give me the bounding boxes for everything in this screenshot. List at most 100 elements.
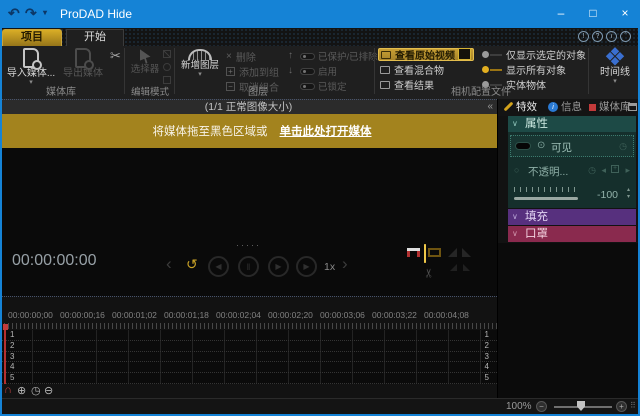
- status-zoom-in-button[interactable]: +: [616, 401, 627, 412]
- move-up-icon[interactable]: ↑: [288, 50, 293, 61]
- opacity-ticks: [514, 187, 576, 192]
- keyframe-left-icon[interactable]: ◂: [601, 165, 606, 176]
- track-row[interactable]: 5 5: [0, 373, 497, 384]
- effects-pen-icon: [504, 102, 514, 112]
- panel-float-icon[interactable]: [628, 103, 637, 111]
- pause-button[interactable]: ‖: [238, 256, 259, 277]
- yellow-bench-icon[interactable]: [424, 244, 426, 263]
- panel-tab-effects[interactable]: 特效: [516, 99, 537, 115]
- ribbon-separator: [124, 48, 125, 94]
- view-mix-button[interactable]: 查看混合物: [378, 63, 474, 76]
- drag-handle-dots[interactable]: ·····: [0, 240, 497, 250]
- snap-magnet-button[interactable]: ∩: [4, 384, 12, 396]
- panel-tab-info[interactable]: 信息: [561, 99, 582, 115]
- extra-view-checkbox[interactable]: [458, 48, 471, 60]
- section-mask-header[interactable]: ∨ 口罩: [508, 226, 636, 242]
- show-selected-label: 仅显示选定的对象: [506, 47, 586, 62]
- timeline-ruler[interactable]: 00:00:00;00 00:00:00;16 00:00:01;02 00:0…: [0, 296, 497, 330]
- tab-home[interactable]: 开始: [66, 29, 124, 46]
- plus-box-icon: +: [226, 67, 235, 76]
- play-button[interactable]: ▶: [268, 256, 289, 277]
- zoom-time-button[interactable]: ◷: [31, 384, 41, 397]
- edit-tool-rect-icon[interactable]: [163, 76, 171, 84]
- ribbon-separator: [374, 48, 375, 94]
- panel-empty-area: [498, 243, 639, 398]
- redo-icon[interactable]: ↷: [25, 5, 37, 22]
- edit-tool-ellipse-icon[interactable]: [163, 63, 171, 71]
- zoom-slider-thumb[interactable]: [577, 401, 585, 411]
- keyframe-add-icon[interactable]: +: [611, 165, 619, 173]
- info-circle-icon: i: [548, 102, 558, 112]
- maximize-button[interactable]: □: [580, 6, 606, 20]
- toggle-show-selected[interactable]: 仅显示选定的对象: [482, 48, 586, 61]
- edit-tool-pen-icon[interactable]: [163, 50, 171, 58]
- undo-icon[interactable]: ↶: [8, 5, 20, 22]
- zoom-out-button[interactable]: ⊖: [44, 384, 53, 397]
- checkbox-pill-icon: [300, 53, 315, 60]
- clock-icon[interactable]: ◷: [619, 141, 627, 152]
- spin-up-icon[interactable]: ▴: [627, 187, 630, 194]
- section-properties-header[interactable]: ∨ 属性: [508, 116, 636, 132]
- speed-label[interactable]: 1x: [324, 261, 335, 273]
- visible-toggle[interactable]: [515, 142, 531, 150]
- prev-frame-button[interactable]: ‹: [166, 254, 172, 274]
- add-to-group-button[interactable]: + 添加到组: [226, 64, 279, 79]
- delete-layer-button[interactable]: × 删除: [226, 49, 256, 64]
- timeline-ribbon-button[interactable]: 时间线 ▾: [592, 46, 638, 92]
- opacity-row[interactable]: ○ 不透明... ◷ ◂ + ▸: [510, 160, 634, 182]
- skip-end-button[interactable]: ▶: [296, 256, 317, 277]
- loop-button[interactable]: ↺: [186, 256, 198, 273]
- opacity-slider[interactable]: [514, 197, 578, 200]
- collapse-panel-button[interactable]: «: [487, 100, 493, 114]
- track-row[interactable]: 3 3: [0, 352, 497, 363]
- canvas-scissors-icon[interactable]: ✂: [422, 268, 436, 278]
- banner-text: 将媒体拖至黑色区域或: [153, 123, 268, 139]
- section-fill-header[interactable]: ∨ 填充: [508, 209, 636, 225]
- track-row[interactable]: 2 2: [0, 341, 497, 352]
- opacity-value[interactable]: -100: [597, 189, 618, 201]
- section-fill-label: 填充: [525, 209, 548, 225]
- collapse-ribbon-icon[interactable]: ˆ: [620, 31, 631, 42]
- view-original-label: 查看原始视频: [395, 47, 455, 62]
- skip-start-button[interactable]: ◀: [208, 256, 229, 277]
- banner-open-link[interactable]: 单击此处打开媒体: [280, 123, 372, 139]
- ribbon-separator: [174, 48, 175, 94]
- minimize-button[interactable]: –: [548, 6, 574, 20]
- cut-media-icon[interactable]: ✂: [110, 48, 121, 64]
- toggle-show-all[interactable]: 显示所有对象: [482, 63, 566, 76]
- resize-grip[interactable]: ⠿: [630, 401, 636, 410]
- move-down-icon[interactable]: ↓: [288, 65, 293, 76]
- close-button[interactable]: ×: [612, 6, 638, 20]
- panel-tab-media[interactable]: 媒体库: [599, 99, 631, 115]
- next-frame-button[interactable]: ›: [342, 254, 348, 274]
- import-media-icon: [23, 48, 39, 68]
- titlebar-caret-icon[interactable]: ▾: [43, 8, 47, 17]
- pin-icon[interactable]: !: [578, 31, 589, 42]
- track-number-right: 4: [485, 362, 497, 372]
- clock-icon[interactable]: ◷: [588, 165, 596, 176]
- window-title: ProDAD Hide: [60, 7, 132, 21]
- track-number-left: 3: [0, 352, 14, 362]
- opacity-label: 不透明...: [528, 164, 568, 179]
- zoom-in-button[interactable]: ⊕: [17, 384, 26, 397]
- playhead-line[interactable]: [4, 330, 6, 384]
- checkbox-enabled[interactable]: 启用: [300, 64, 337, 78]
- red-bench-icon[interactable]: [407, 248, 420, 257]
- keyframe-right-icon[interactable]: ▸: [625, 165, 630, 176]
- track-row[interactable]: 4 4: [0, 362, 497, 373]
- status-zoom-out-button[interactable]: −: [536, 401, 547, 412]
- checkbox-protected[interactable]: 已保护/已排除: [300, 49, 378, 63]
- group-label-media: 媒体库: [0, 83, 122, 98]
- opacity-spinner[interactable]: ▴ ▾: [627, 187, 630, 201]
- track-row[interactable]: 1 1: [0, 330, 497, 341]
- visible-row[interactable]: ⊙ 可见 ◷: [510, 135, 634, 157]
- tab-project[interactable]: 项目: [2, 29, 62, 46]
- reset-circle-icon[interactable]: ○: [514, 165, 519, 175]
- timeline-tracks[interactable]: 1 1 2 2 3 3 4 4 5 5: [0, 330, 497, 384]
- export-media-label: 导出媒体: [63, 68, 103, 80]
- help-icon[interactable]: ?: [592, 31, 603, 42]
- info-icon[interactable]: i: [606, 31, 617, 42]
- spin-down-icon[interactable]: ▾: [627, 194, 630, 201]
- preview-canvas[interactable]: ····· 00:00:00:00 ‹ ↺ ◀ ‖ ▶ ▶ 1x › ✂: [0, 148, 497, 296]
- visible-label: 可见: [551, 140, 572, 155]
